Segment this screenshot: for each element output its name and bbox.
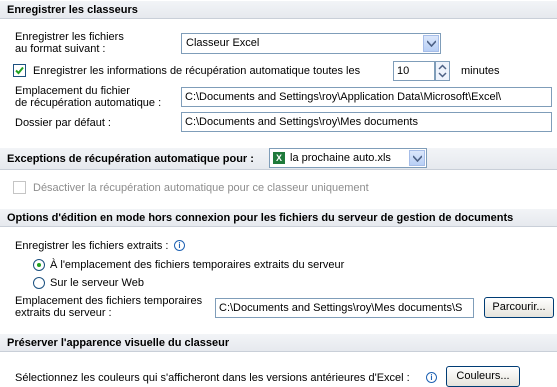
autorecover-location-input[interactable]: C:\Documents and Settings\roy\Applicatio… [181, 87, 552, 107]
disable-autorecover-label: Désactiver la récupération automatique p… [33, 182, 369, 194]
autorecover-label: Enregistrer les informations de récupéra… [33, 65, 361, 77]
save-format-dropdown[interactable]: Classeur Excel [181, 33, 441, 54]
radio-temp-location[interactable] [33, 259, 45, 271]
exceptions-workbook-value: la prochaine auto.xls [290, 152, 391, 164]
info-icon[interactable]: i [174, 240, 185, 251]
default-folder-input[interactable]: C:\Documents and Settings\roy\Mes docume… [181, 112, 552, 132]
exceptions-workbook-dropdown[interactable]: X la prochaine auto.xls [269, 148, 427, 168]
minutes-label: minutes [461, 65, 500, 77]
minutes-spinner[interactable] [435, 61, 450, 81]
save-format-value: Classeur Excel [186, 37, 260, 49]
section-header-preserve: Préserver l'apparence visuelle du classe… [0, 333, 557, 352]
colors-button[interactable]: Couleurs... [446, 366, 520, 387]
browse-button[interactable]: Parcourir... [484, 297, 554, 318]
radio-web-server-label: Sur le serveur Web [50, 277, 144, 289]
checkmark-icon [15, 66, 24, 75]
autorecover-checkbox[interactable] [13, 64, 26, 77]
section-header-save: Enregistrer les classeurs [0, 0, 557, 19]
save-checked-out-label: Enregistrer les fichiers extraits : [15, 240, 169, 252]
spin-up-icon [438, 64, 447, 70]
colors-label: Sélectionnez les couleurs qui s'afficher… [15, 372, 410, 384]
exceptions-label: Exceptions de récupération automatique p… [7, 153, 254, 165]
spin-down-icon [438, 72, 447, 78]
chevron-down-icon[interactable] [423, 35, 439, 52]
temp-location-input[interactable]: C:\Documents and Settings\roy\Mes docume… [215, 298, 474, 318]
autorecover-minutes-input[interactable]: 10 [393, 61, 435, 81]
save-format-label-2: au format suivant : [15, 43, 106, 55]
default-folder-label: Dossier par défaut : [15, 117, 111, 129]
radio-web-server[interactable] [33, 277, 45, 289]
disable-autorecover-checkbox[interactable] [13, 181, 26, 194]
autorecover-location-label-2: de récupération automatique : [15, 97, 162, 109]
info-icon[interactable]: i [426, 372, 437, 383]
radio-temp-location-label: À l'emplacement des fichiers temporaires… [50, 259, 345, 271]
temp-location-label-2: extraits du serveur : [15, 307, 112, 319]
chevron-down-icon[interactable] [409, 150, 425, 166]
excel-file-icon: X [273, 152, 285, 164]
section-header-offline: Options d'édition en mode hors connexion… [0, 208, 557, 227]
